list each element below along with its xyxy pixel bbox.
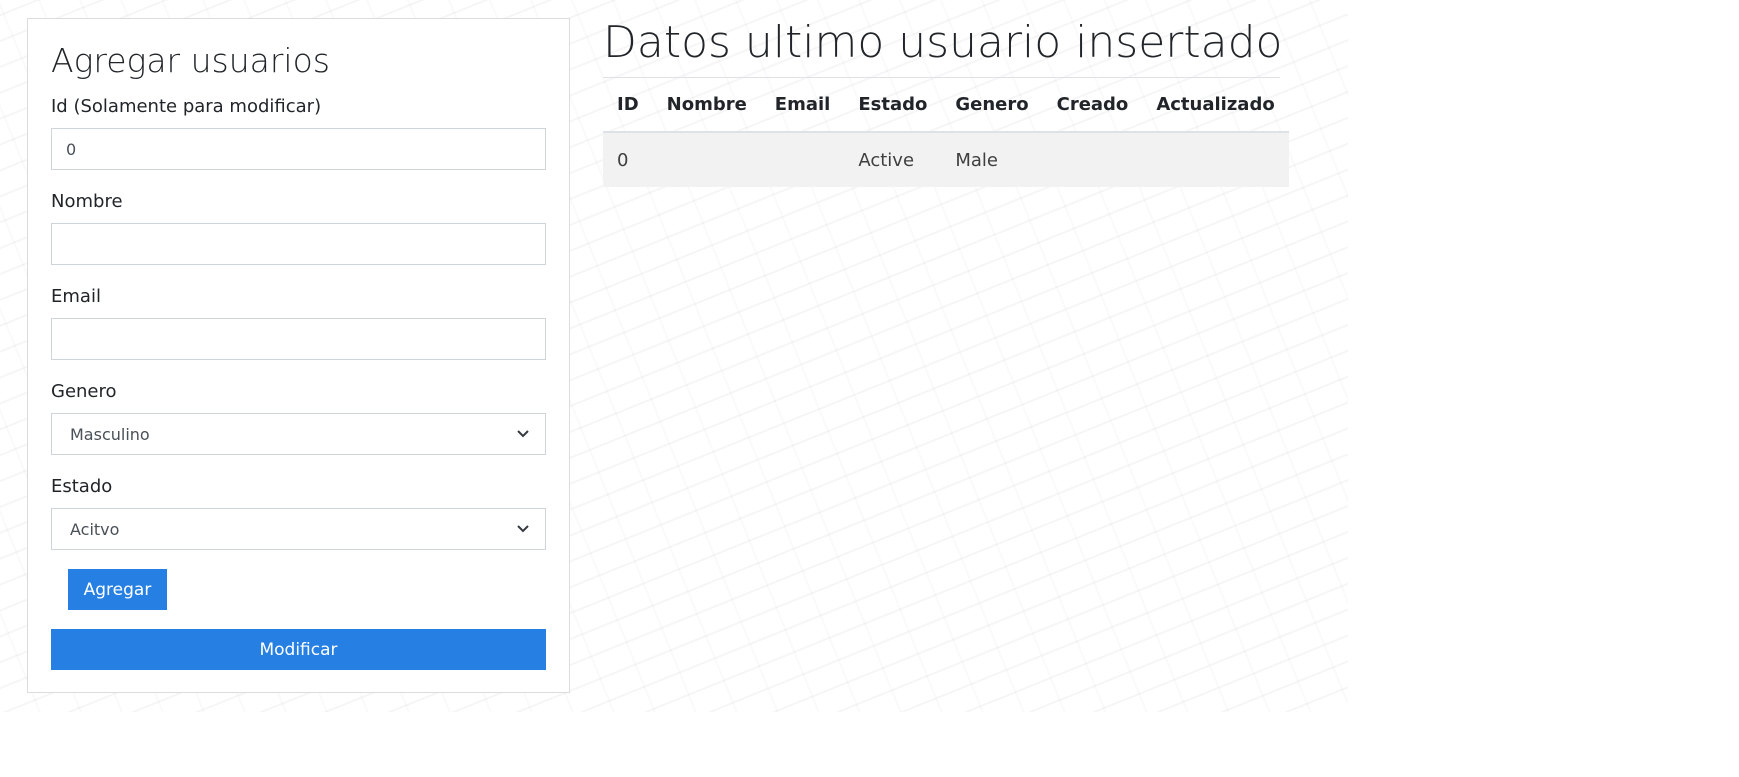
cell-nombre — [652, 132, 761, 187]
add-user-form: Agregar usuarios Id (Solamente para modi… — [27, 18, 570, 693]
last-user-table: ID Nombre Email Estado Genero Creado Act… — [603, 78, 1289, 187]
email-input[interactable] — [51, 318, 546, 360]
page: Agregar usuarios Id (Solamente para modi… — [0, 0, 1739, 777]
gender-selected-value: Masculino — [70, 424, 150, 444]
status-select[interactable]: Acitvo — [51, 508, 546, 550]
column-header-nombre: Nombre — [652, 78, 761, 133]
last-user-table-container: ID Nombre Email Estado Genero Creado Act… — [603, 77, 1289, 187]
cell-genero: Male — [941, 132, 1043, 187]
name-input[interactable] — [51, 223, 546, 265]
modify-button[interactable]: Modificar — [51, 629, 546, 670]
id-input[interactable] — [51, 128, 546, 170]
cell-estado: Active — [844, 132, 942, 187]
last-user-title: Datos ultimo usuario insertado — [603, 17, 1283, 68]
gender-label: Genero — [51, 381, 117, 402]
add-button[interactable]: Agregar — [68, 569, 167, 610]
column-header-creado: Creado — [1042, 78, 1143, 133]
status-selected-value: Acitvo — [70, 519, 120, 539]
gender-select[interactable]: Masculino — [51, 413, 546, 455]
column-header-genero: Genero — [941, 78, 1043, 133]
chevron-down-icon — [517, 523, 529, 535]
table-row: 0 Active Male — [603, 132, 1289, 187]
cell-actualizado — [1142, 132, 1289, 187]
column-header-email: Email — [760, 78, 845, 133]
column-header-id: ID — [603, 78, 653, 133]
column-header-estado: Estado — [844, 78, 942, 133]
email-label: Email — [51, 286, 101, 307]
column-header-actualizado: Actualizado — [1142, 78, 1289, 133]
form-title: Agregar usuarios — [51, 41, 330, 80]
cell-email — [760, 132, 845, 187]
cell-id: 0 — [603, 132, 653, 187]
table-header-row: ID Nombre Email Estado Genero Creado Act… — [603, 78, 1289, 133]
chevron-down-icon — [517, 428, 529, 440]
name-label: Nombre — [51, 191, 123, 212]
id-label: Id (Solamente para modificar) — [51, 96, 322, 117]
cell-creado — [1042, 132, 1143, 187]
status-label: Estado — [51, 476, 113, 497]
